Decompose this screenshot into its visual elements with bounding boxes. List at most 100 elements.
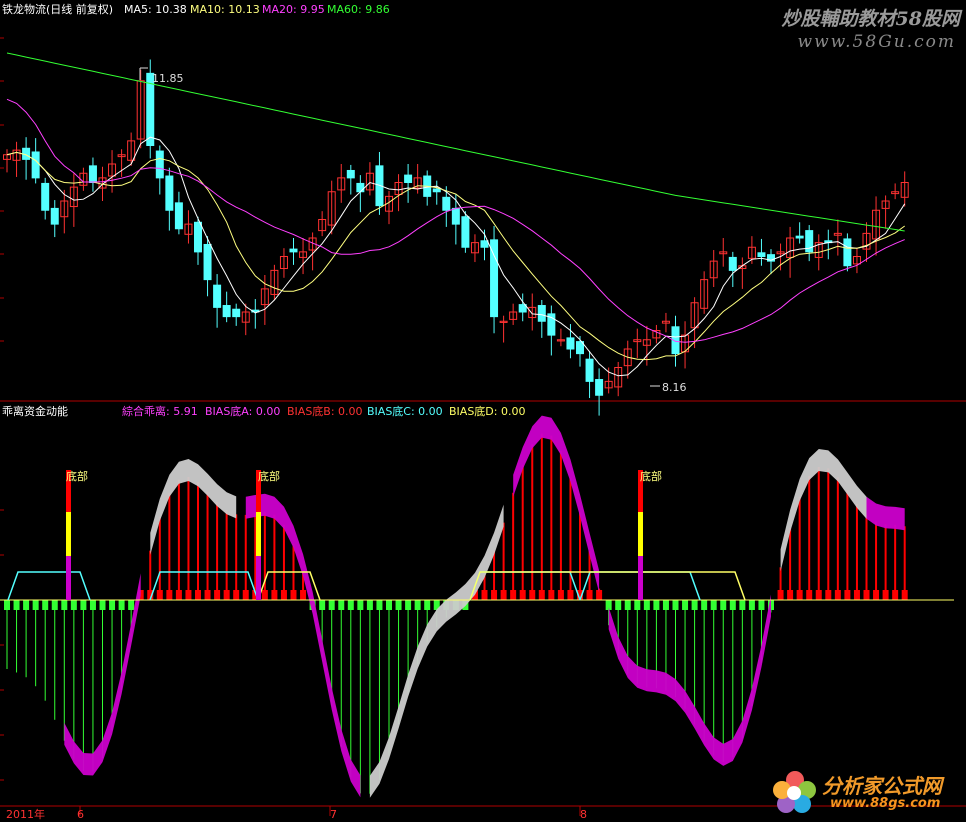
bottom-signal-column-magenta bbox=[66, 556, 71, 600]
bias-block-positive bbox=[567, 590, 574, 600]
watermark-title: 炒股輔助教材58股网 bbox=[781, 8, 960, 30]
candle-body bbox=[289, 248, 298, 253]
bias-block-positive bbox=[796, 590, 803, 600]
momentum-band-magenta-4 bbox=[608, 594, 771, 766]
stock-title: 铁龙物流(日线 前复权) bbox=[2, 3, 114, 16]
bias-block-negative bbox=[701, 600, 708, 610]
bottom-signal-column-magenta bbox=[256, 556, 261, 600]
candle-body bbox=[356, 182, 365, 193]
bottom-signal-column-yellow bbox=[256, 512, 261, 556]
bias-block-positive bbox=[242, 590, 249, 600]
high-price-marker: 11.85 bbox=[152, 72, 184, 85]
bias-block-negative bbox=[395, 600, 402, 610]
bias-block-negative bbox=[118, 600, 125, 610]
bias-block-positive bbox=[223, 590, 230, 600]
bias-block-positive bbox=[787, 590, 794, 600]
composite-bias-label: 綜合乖离: 5.91 bbox=[122, 405, 198, 418]
momentum-band-magenta-3 bbox=[513, 415, 600, 593]
bias-block-negative bbox=[758, 600, 765, 610]
candle-body bbox=[432, 188, 441, 193]
bias-block-negative bbox=[319, 600, 326, 610]
candle-body bbox=[843, 238, 852, 267]
bias-block-positive bbox=[500, 590, 507, 600]
bias-block-negative bbox=[710, 600, 717, 610]
bias-block-negative bbox=[89, 600, 96, 610]
bottom-signal-tag-2: 底部 bbox=[258, 470, 280, 483]
bias-block-negative bbox=[42, 600, 49, 610]
candle-body bbox=[795, 235, 804, 239]
bias-block-negative bbox=[13, 600, 20, 610]
bias-block-positive bbox=[806, 590, 813, 600]
bias-block-positive bbox=[529, 590, 536, 600]
bias-block-positive bbox=[510, 590, 517, 600]
candle-body bbox=[155, 150, 164, 179]
bias-block-negative bbox=[424, 600, 431, 610]
bias-block-positive bbox=[491, 590, 498, 600]
bias-block-negative bbox=[338, 600, 345, 610]
bias-block-positive bbox=[586, 590, 593, 600]
bias-block-negative bbox=[414, 600, 421, 610]
candle-body bbox=[518, 304, 527, 313]
flower-logo-icon bbox=[773, 771, 816, 813]
bias-block-positive bbox=[901, 590, 908, 600]
bias-block-negative bbox=[80, 600, 87, 610]
x-axis-month-8: 8 bbox=[580, 808, 587, 821]
candle-body bbox=[595, 379, 604, 396]
candle-body bbox=[346, 169, 355, 179]
bias-block-negative bbox=[748, 600, 755, 610]
x-axis-month-6: 6 bbox=[77, 808, 84, 821]
ma5-label: MA5: 10.38 bbox=[124, 3, 187, 16]
bias-block-positive bbox=[271, 590, 278, 600]
bias-bottom-a-label: BIAS底A: 0.00 bbox=[205, 405, 281, 418]
bias-block-negative bbox=[662, 600, 669, 610]
candle-body bbox=[213, 284, 222, 308]
ma60-label: MA60: 9.86 bbox=[327, 3, 390, 16]
bias-block-positive bbox=[175, 590, 182, 600]
bias-block-positive bbox=[185, 590, 192, 600]
bias-block-positive bbox=[777, 590, 784, 600]
bias-block-positive bbox=[825, 590, 832, 600]
candle-body bbox=[537, 305, 546, 322]
bias-block-negative bbox=[128, 600, 135, 610]
bottom-signal-column-magenta bbox=[638, 556, 643, 600]
bias-block-negative bbox=[605, 600, 612, 610]
bias-bottom-d-label: BIAS底D: 0.00 bbox=[449, 405, 526, 418]
bias-block-negative bbox=[691, 600, 698, 610]
candle-body bbox=[203, 243, 212, 281]
bias-block-negative bbox=[32, 600, 39, 610]
bias-block-negative bbox=[376, 600, 383, 610]
bias-block-negative bbox=[70, 600, 77, 610]
bias-block-negative bbox=[4, 600, 10, 610]
bias-block-negative bbox=[653, 600, 660, 610]
candle-body bbox=[174, 202, 183, 230]
bias-block-positive bbox=[557, 590, 564, 600]
bias-block-negative bbox=[615, 600, 622, 610]
bias-block-negative bbox=[624, 600, 631, 610]
bias-bottom-c-label: BIAS底C: 0.00 bbox=[367, 405, 443, 418]
bias-block-negative bbox=[328, 600, 335, 610]
bias-block-positive bbox=[204, 590, 211, 600]
candle-body bbox=[461, 216, 470, 248]
candle-body bbox=[442, 196, 451, 211]
candle-body bbox=[50, 207, 59, 225]
momentum-band-magenta-2 bbox=[245, 493, 361, 798]
candle-body bbox=[165, 175, 174, 211]
bias-block-negative bbox=[682, 600, 689, 610]
bias-block-negative bbox=[347, 600, 354, 610]
bias-block-negative bbox=[672, 600, 679, 610]
bias-block-positive bbox=[892, 590, 899, 600]
bias-block-positive bbox=[233, 590, 240, 600]
momentum-band-grey-3 bbox=[780, 449, 867, 572]
bias-block-positive bbox=[844, 590, 851, 600]
candle-body bbox=[757, 252, 766, 258]
bias-block-positive bbox=[815, 590, 822, 600]
bias-block-negative bbox=[109, 600, 116, 610]
candle-body bbox=[566, 337, 575, 350]
bias-block-positive bbox=[548, 590, 555, 600]
momentum-band-magenta-5 bbox=[866, 496, 905, 531]
bias-block-negative bbox=[405, 600, 412, 610]
candle-body bbox=[404, 174, 413, 184]
bottom-signal-tag-3: 底部 bbox=[640, 470, 662, 483]
candle-body bbox=[480, 240, 489, 248]
bias-block-positive bbox=[863, 590, 870, 600]
